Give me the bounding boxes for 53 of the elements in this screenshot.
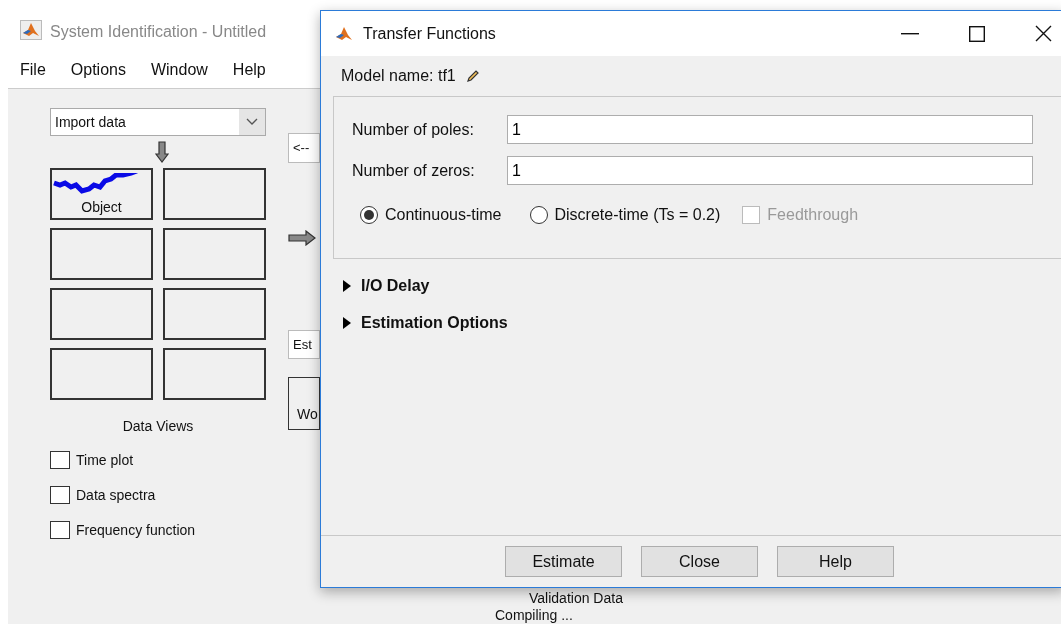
- data-tile[interactable]: [163, 228, 266, 280]
- section-title: Data Views: [121, 417, 195, 436]
- data-tile[interactable]: [163, 288, 266, 340]
- triangle-right-icon: [343, 280, 351, 292]
- menu-item[interactable]: Options: [58, 58, 139, 82]
- status-text: Compiling ...: [494, 607, 574, 623]
- chevron-down-icon: [246, 118, 258, 126]
- input-field[interactable]: 1: [507, 156, 1033, 185]
- menu-item[interactable]: File: [8, 58, 59, 82]
- estimate-dropdown[interactable]: Est: [288, 330, 320, 359]
- close-icon[interactable]: [1035, 25, 1052, 42]
- right-arrow-icon: [288, 230, 316, 247]
- radio-label[interactable]: Continuous-time: [385, 203, 502, 227]
- checkbox[interactable]: [50, 521, 70, 539]
- section-toggle[interactable]: I/O Delay: [333, 274, 1061, 298]
- pencil-icon[interactable]: [465, 69, 480, 83]
- section-toggle[interactable]: Estimation Options: [333, 311, 1061, 335]
- checkbox-label[interactable]: Frequency function: [76, 519, 196, 541]
- arrow-button[interactable]: <--: [288, 133, 320, 163]
- working-data-tile[interactable]: Wo: [288, 377, 320, 430]
- window-title: System Identification - Untitled: [50, 22, 267, 42]
- import-dropdown[interactable]: Import data: [50, 108, 266, 136]
- input-field[interactable]: 1: [507, 115, 1033, 144]
- menu-item[interactable]: Help: [220, 58, 279, 82]
- data-tile[interactable]: [50, 228, 153, 280]
- model-name-label: Model name: tf1: [341, 66, 456, 86]
- data-tile[interactable]: [50, 348, 153, 400]
- radio-button[interactable]: [360, 206, 378, 224]
- minimize-icon[interactable]: [901, 32, 919, 35]
- field-label: Number of poles:: [352, 119, 475, 140]
- data-tile[interactable]: [163, 348, 266, 400]
- checkbox[interactable]: [50, 486, 70, 504]
- triangle-right-icon: [343, 317, 351, 329]
- data-tile[interactable]: [50, 288, 153, 340]
- maximize-icon[interactable]: [969, 25, 985, 42]
- checkbox-label[interactable]: Time plot: [76, 449, 134, 471]
- dialog-title: Transfer Functions: [363, 23, 496, 44]
- validation-label: Validation Data: [528, 590, 624, 606]
- dialog-button[interactable]: Close: [641, 546, 758, 577]
- logo-icon: [22, 21, 40, 38]
- checkbox-label[interactable]: Data spectra: [76, 484, 156, 506]
- tile-label: Object: [81, 198, 122, 217]
- field-label: Number of zeros:: [352, 160, 476, 181]
- checkbox[interactable]: [50, 451, 70, 469]
- radio-button[interactable]: [529, 206, 548, 224]
- data-tile[interactable]: [163, 168, 266, 220]
- menu-item[interactable]: Window: [138, 58, 221, 82]
- data-tile[interactable]: Object: [50, 168, 153, 220]
- logo-icon: [335, 26, 353, 43]
- dialog-button[interactable]: Estimate: [505, 546, 622, 577]
- dialog-button[interactable]: Help: [777, 546, 894, 577]
- radio-label[interactable]: Discrete-time (Ts = 0.2): [554, 203, 721, 227]
- down-arrow-icon: [155, 141, 169, 163]
